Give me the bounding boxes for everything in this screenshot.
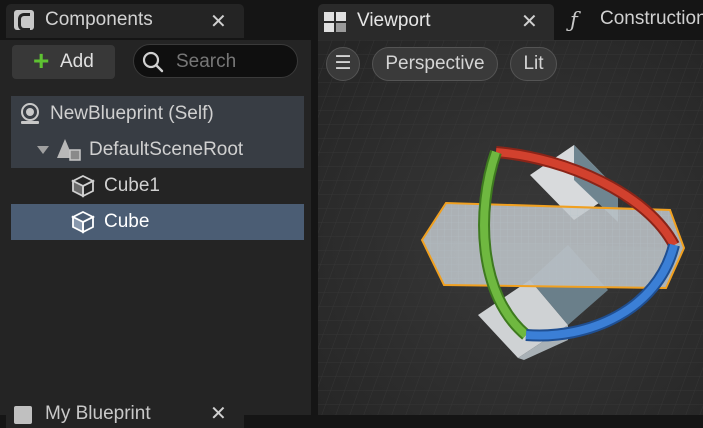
- viewport-options-button[interactable]: ☰: [326, 47, 360, 81]
- tree-item-cube[interactable]: Cube: [11, 204, 304, 240]
- tab-components[interactable]: Components ✕: [6, 4, 244, 38]
- search-icon: [142, 51, 164, 73]
- tree-item-defaultsceneroot[interactable]: DefaultSceneRoot: [11, 132, 304, 168]
- add-button-label: Add: [60, 51, 94, 72]
- search-box[interactable]: [133, 44, 298, 78]
- close-icon[interactable]: ✕: [210, 9, 227, 34]
- close-icon[interactable]: ✕: [210, 401, 227, 426]
- scene-root-icon: [57, 139, 81, 161]
- blueprint-actor-icon: [21, 103, 39, 124]
- tree-item-label: NewBlueprint (Self): [50, 103, 214, 124]
- chevron-down-icon[interactable]: [37, 146, 49, 155]
- tree-item-cube1[interactable]: Cube1: [11, 168, 304, 204]
- blueprint-icon: [14, 406, 32, 424]
- add-component-button[interactable]: + Add: [12, 45, 115, 79]
- viewport-canvas[interactable]: ☰ Perspective Lit: [318, 40, 703, 415]
- close-icon[interactable]: ✕: [521, 9, 538, 34]
- viewport-tab-label: Viewport: [357, 10, 431, 31]
- lighting-mode-button[interactable]: Lit: [510, 47, 557, 81]
- components-tab-label: Components: [45, 9, 153, 30]
- tab-viewport[interactable]: Viewport ✕: [318, 4, 554, 40]
- viewport-icon: [324, 12, 346, 32]
- plus-icon: +: [33, 45, 50, 76]
- tree-item-label: Cube: [104, 211, 150, 232]
- function-icon: ƒ: [570, 8, 578, 32]
- hamburger-menu-icon: ☰: [334, 53, 352, 74]
- static-mesh-icon: [71, 174, 95, 198]
- tab-construction-script[interactable]: Construction: [600, 8, 703, 30]
- tree-item-label: DefaultSceneRoot: [89, 139, 244, 160]
- search-input[interactable]: [174, 49, 293, 75]
- tree-item-self[interactable]: NewBlueprint (Self): [11, 96, 304, 132]
- tab-my-blueprint[interactable]: My Blueprint ✕: [6, 398, 244, 428]
- viewport-scene: [318, 40, 703, 415]
- static-mesh-icon: [71, 210, 95, 234]
- view-mode-button[interactable]: Perspective: [372, 47, 498, 81]
- tree-item-label: Cube1: [104, 175, 160, 196]
- components-icon: [14, 10, 34, 31]
- my-blueprint-tab-label: My Blueprint: [45, 403, 151, 424]
